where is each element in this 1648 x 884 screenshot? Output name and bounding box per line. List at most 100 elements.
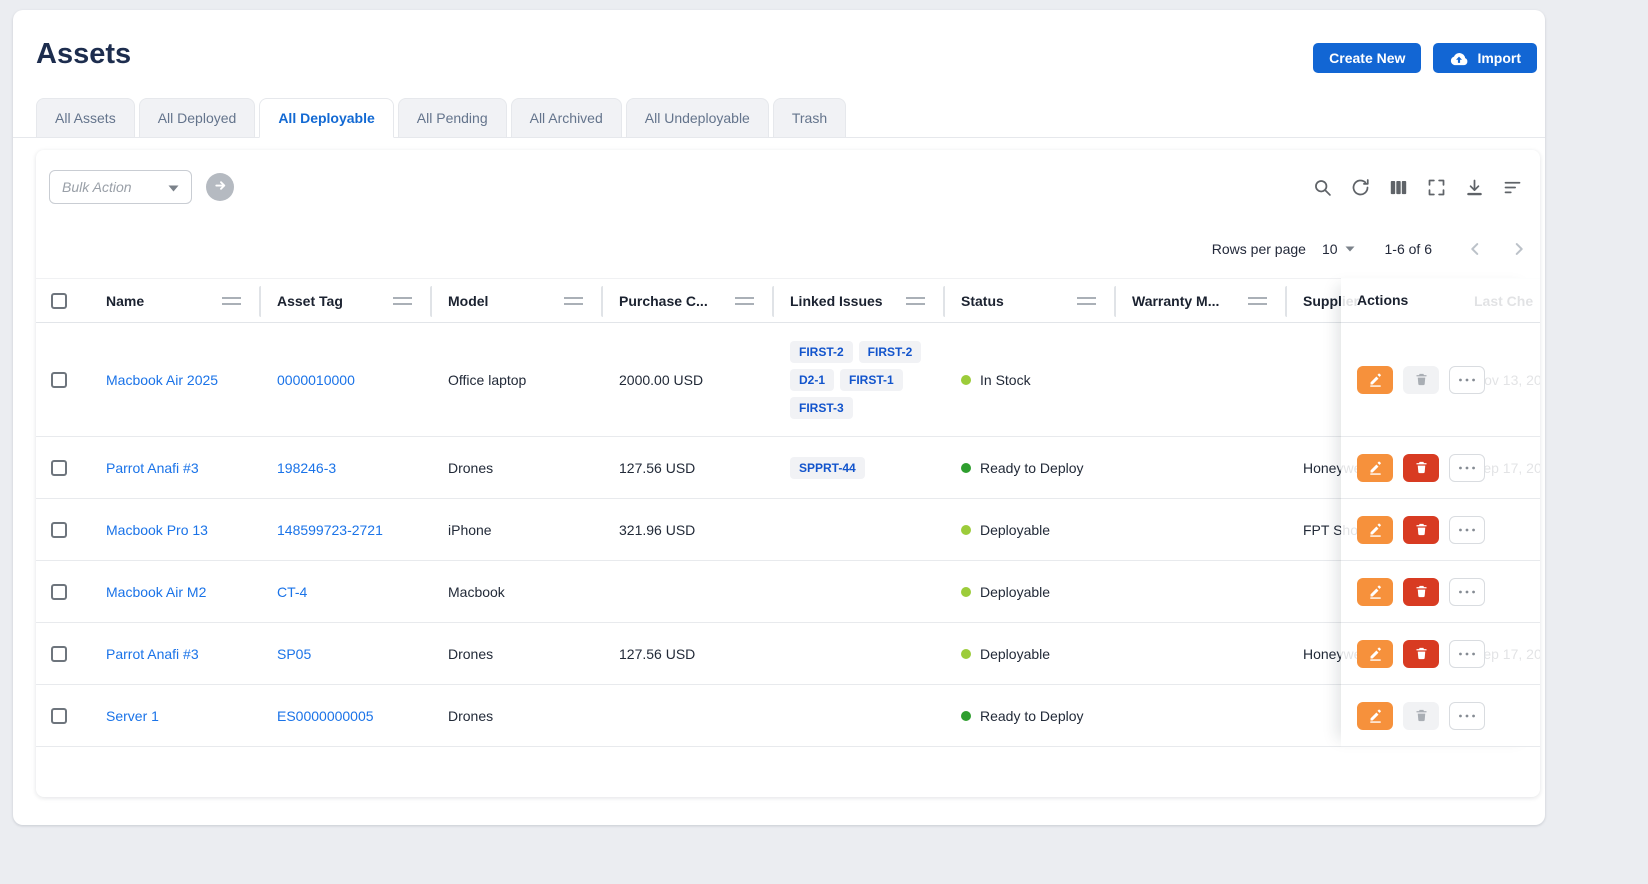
asset-name-link[interactable]: Macbook Pro 13	[90, 499, 261, 560]
fullscreen-icon[interactable]	[1426, 177, 1447, 198]
asset-tag-link[interactable]: CT-4	[261, 561, 432, 622]
column-label: Asset Tag	[277, 293, 343, 309]
tab-all-pending[interactable]: All Pending	[398, 98, 507, 138]
tab-all-undeployable[interactable]: All Undeployable	[626, 98, 769, 138]
asset-name-link[interactable]: Parrot Anafi #3	[90, 623, 261, 684]
status-label: Deployable	[980, 646, 1050, 662]
asset-tag-link[interactable]: 0000010000	[261, 323, 432, 436]
more-actions-button[interactable]	[1449, 366, 1485, 394]
status-cell: Deployable	[945, 623, 1116, 684]
import-button[interactable]: Import	[1433, 43, 1537, 73]
row-actions	[1341, 499, 1540, 561]
delete-button[interactable]	[1403, 516, 1439, 544]
column-drag-handle-icon[interactable]	[393, 297, 412, 305]
delete-button[interactable]	[1403, 366, 1439, 394]
delete-button[interactable]	[1403, 454, 1439, 482]
tab-all-assets[interactable]: All Assets	[36, 98, 135, 138]
search-icon[interactable]	[1312, 177, 1333, 198]
edit-button[interactable]	[1357, 702, 1393, 730]
status-cell: Deployable	[945, 499, 1116, 560]
asset-tag-link[interactable]: SP05	[261, 623, 432, 684]
asset-name-link[interactable]: Parrot Anafi #3	[90, 437, 261, 498]
asset-tag-link[interactable]: 148599723-2721	[261, 499, 432, 560]
chevron-left-icon[interactable]	[1466, 240, 1484, 258]
asset-tag-link[interactable]: 198246-3	[261, 437, 432, 498]
edit-button[interactable]	[1357, 454, 1393, 482]
cloud-upload-icon	[1449, 51, 1469, 66]
tabs-bar: All AssetsAll DeployedAll DeployableAll …	[13, 97, 1545, 138]
delete-button[interactable]	[1403, 640, 1439, 668]
linked-issue-badge[interactable]: FIRST-3	[790, 397, 853, 419]
status-cell: Ready to Deploy	[945, 685, 1116, 746]
more-actions-button[interactable]	[1449, 578, 1485, 606]
status-dot-icon	[961, 463, 971, 473]
edit-button[interactable]	[1357, 640, 1393, 668]
tab-all-archived[interactable]: All Archived	[511, 98, 622, 138]
table-toolbar-icons	[1312, 177, 1523, 198]
column-label: Model	[448, 293, 488, 309]
purchase-cost-cell: 2000.00 USD	[603, 323, 774, 436]
column-drag-handle-icon[interactable]	[564, 297, 583, 305]
row-checkbox[interactable]	[51, 372, 67, 388]
column-drag-handle-icon[interactable]	[735, 297, 754, 305]
model-cell: Office laptop	[432, 323, 603, 436]
table-row: Macbook Air M2CT-4MacbookDeployable	[36, 561, 1540, 623]
apply-bulk-action-button[interactable]	[206, 173, 234, 201]
delete-button[interactable]	[1403, 702, 1439, 730]
tab-all-deployable[interactable]: All Deployable	[259, 98, 393, 138]
model-cell: Macbook	[432, 561, 603, 622]
row-checkbox[interactable]	[51, 460, 67, 476]
linked-issue-badge[interactable]: D2-1	[790, 369, 834, 391]
status-dot-icon	[961, 649, 971, 659]
actions-sticky-column: Actions	[1341, 278, 1540, 747]
filter-icon[interactable]	[1502, 177, 1523, 198]
rows-per-page-select[interactable]: 10	[1322, 241, 1355, 257]
column-drag-handle-icon[interactable]	[222, 297, 241, 305]
linked-issue-badge[interactable]: FIRST-2	[790, 341, 853, 363]
select-all-checkbox[interactable]	[51, 293, 67, 309]
more-actions-button[interactable]	[1449, 702, 1485, 730]
page-card: Assets Create New Import All AssetsAll D…	[13, 10, 1545, 825]
chevron-right-icon[interactable]	[1510, 240, 1528, 258]
column-drag-handle-icon[interactable]	[1077, 297, 1096, 305]
more-actions-button[interactable]	[1449, 516, 1485, 544]
asset-name-link[interactable]: Macbook Air 2025	[90, 323, 261, 436]
asset-name-link[interactable]: Macbook Air M2	[90, 561, 261, 622]
refresh-icon[interactable]	[1350, 177, 1371, 198]
edit-button[interactable]	[1357, 578, 1393, 606]
table-panel: Bulk Action Rows per page 10	[36, 150, 1540, 797]
status-label: Deployable	[980, 522, 1050, 538]
tab-trash[interactable]: Trash	[773, 98, 846, 138]
download-icon[interactable]	[1464, 177, 1485, 198]
caret-down-icon	[1345, 246, 1355, 252]
column-header-status: Status	[945, 279, 1116, 322]
row-checkbox[interactable]	[51, 708, 67, 724]
create-new-button[interactable]: Create New	[1313, 43, 1421, 73]
more-actions-button[interactable]	[1449, 640, 1485, 668]
table-row: Macbook Pro 13148599723-2721iPhone321.96…	[36, 499, 1540, 561]
linked-issues-cell	[774, 685, 945, 746]
column-drag-handle-icon[interactable]	[1248, 297, 1267, 305]
linked-issue-badge[interactable]: FIRST-1	[840, 369, 903, 391]
row-checkbox[interactable]	[51, 584, 67, 600]
linked-issue-badge[interactable]: FIRST-2	[859, 341, 922, 363]
status-label: In Stock	[980, 372, 1031, 388]
model-cell: Drones	[432, 623, 603, 684]
column-label: Warranty M...	[1132, 293, 1219, 309]
edit-button[interactable]	[1357, 366, 1393, 394]
more-actions-button[interactable]	[1449, 454, 1485, 482]
tab-all-deployed[interactable]: All Deployed	[139, 98, 256, 138]
row-checkbox[interactable]	[51, 522, 67, 538]
table-header-row: NameAsset TagModelPurchase C...Linked Is…	[36, 278, 1540, 323]
row-checkbox[interactable]	[51, 646, 67, 662]
status-dot-icon	[961, 587, 971, 597]
columns-icon[interactable]	[1388, 177, 1409, 198]
asset-tag-link[interactable]: ES0000000005	[261, 685, 432, 746]
column-drag-handle-icon[interactable]	[906, 297, 925, 305]
row-actions	[1341, 561, 1540, 623]
delete-button[interactable]	[1403, 578, 1439, 606]
edit-button[interactable]	[1357, 516, 1393, 544]
linked-issue-badge[interactable]: SPPRT-44	[790, 457, 865, 479]
asset-name-link[interactable]: Server 1	[90, 685, 261, 746]
bulk-action-select[interactable]: Bulk Action	[49, 170, 192, 204]
